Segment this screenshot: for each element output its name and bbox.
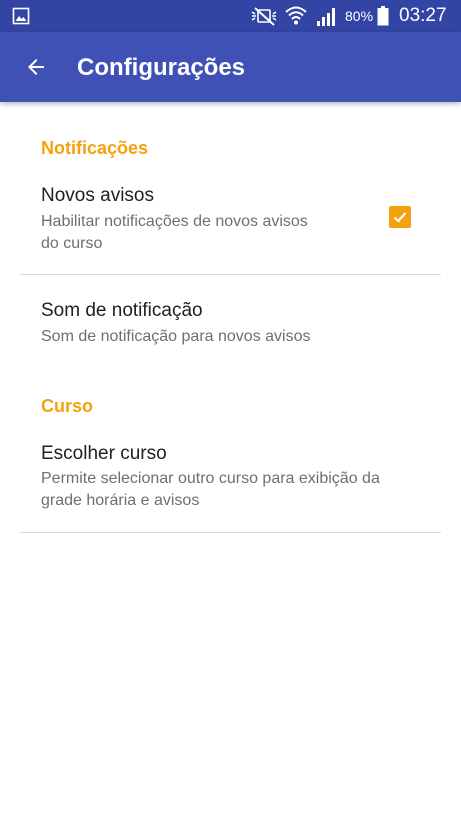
section-header-notifications: Notificações bbox=[41, 138, 149, 158]
arrow-back-icon bbox=[28, 59, 44, 75]
battery-percent: 80% bbox=[345, 8, 374, 24]
pref-choose-course-title: Escolher curso bbox=[41, 443, 167, 464]
battery-icon bbox=[377, 6, 389, 26]
signal-icon bbox=[317, 8, 335, 26]
pref-new-notices-title: Novos avisos bbox=[41, 185, 154, 206]
pref-notification-sound-summary: Som de notificação para novos avisos bbox=[41, 328, 311, 345]
wifi-icon bbox=[285, 6, 307, 25]
status-bar: 80% 03:27 bbox=[0, 0, 461, 32]
pref-new-notices-summary-line2: do curso bbox=[41, 235, 103, 252]
pref-notification-sound-title: Som de notificação bbox=[41, 300, 203, 321]
mute-icon bbox=[251, 7, 277, 26]
pref-choose-course-summary-line2: grade horária e avisos bbox=[41, 492, 200, 509]
app-bar: Configurações bbox=[0, 32, 461, 102]
new-notices-checkbox[interactable] bbox=[389, 206, 411, 228]
checkmark-icon bbox=[393, 212, 407, 223]
divider bbox=[20, 532, 441, 533]
pref-new-notices-summary-line1: Habilitar notificações de novos avisos bbox=[41, 213, 308, 230]
section-header-course: Curso bbox=[41, 396, 94, 416]
status-clock: 03:27 bbox=[399, 5, 447, 26]
back-button[interactable] bbox=[14, 43, 58, 91]
pref-choose-course-summary-line1: Permite selecionar outro curso para exib… bbox=[41, 470, 380, 487]
gallery-icon bbox=[12, 7, 30, 25]
page-title: Configurações bbox=[77, 54, 246, 81]
